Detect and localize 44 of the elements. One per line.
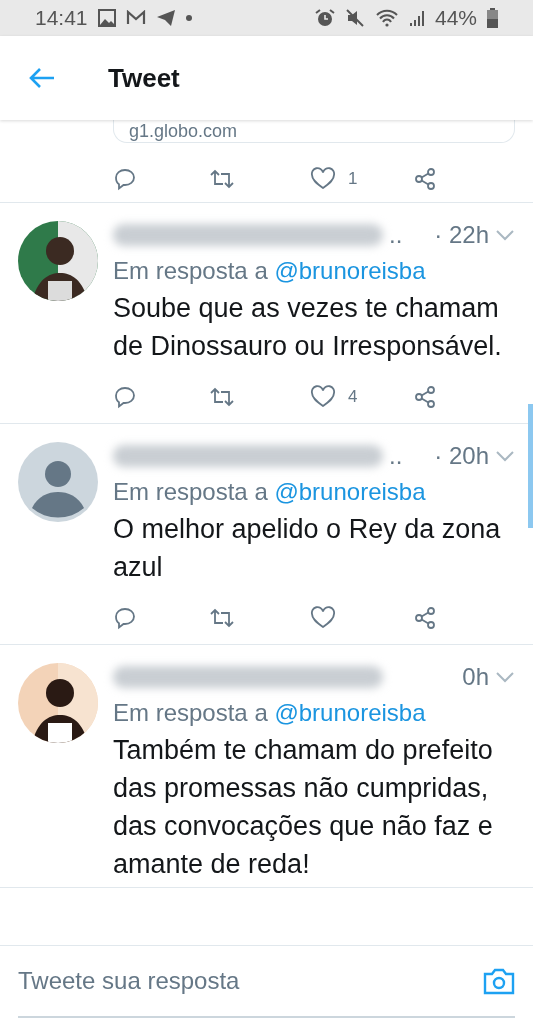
scrollbar[interactable] [528,404,533,528]
link-domain: g1.globo.com [129,122,238,140]
like-count: 4 [348,387,358,407]
share-icon[interactable] [412,606,437,630]
reply-icon[interactable] [113,606,137,630]
back-button[interactable] [28,66,56,90]
tweet-text: O melhor apelido o Rey da zona azul [113,513,502,584]
default-avatar-icon[interactable] [18,442,98,522]
heart-icon[interactable] [310,385,337,409]
paper-plane-icon [155,9,176,27]
wifi-icon [374,8,399,28]
gallery-icon [97,9,116,27]
battery-icon [487,8,498,28]
alarm-icon [314,8,335,28]
page-title: Tweet [108,62,180,94]
reply-icon[interactable] [113,385,137,409]
tweet-time: · 22h [434,221,489,249]
heart-icon[interactable] [310,606,337,630]
reply-context: Em resposta a @brunoreisba [113,256,427,286]
like-count: 1 [348,169,358,189]
battery-percent: 44% [434,6,477,30]
mail-icon [125,10,146,26]
tweet-text: Também te chamam do prefeito das promessas não cumpridas, das convocações que não faz e amante de reda! [113,734,494,881]
tweet-text: Soube que as vezes te chamam de Dinossauro ou Irresponsável. [113,292,503,363]
mention-link[interactable]: @brunoreisba [274,699,426,726]
signal-icon [408,9,425,27]
mention-link[interactable]: @brunoreisba [274,257,426,284]
reply-icon[interactable] [113,167,137,191]
share-icon[interactable] [412,385,437,409]
name-ellipsis: .. [389,221,403,249]
clock-time: 14:41 [35,6,88,30]
name-ellipsis: .. [389,442,403,470]
reply-context: Em resposta a @brunoreisba [113,698,427,728]
tweet-time: · 20h [434,442,489,470]
tweet-time: 0h [462,663,489,691]
share-icon[interactable] [412,167,437,191]
reply-input-field[interactable]: Tweete sua resposta [18,967,483,995]
heart-icon[interactable] [310,167,337,191]
mention-link[interactable]: @brunoreisba [274,478,426,505]
link-preview-card[interactable]: g1.globo.com [113,120,515,143]
camera-icon[interactable] [483,967,515,995]
reply-context: Em resposta a @brunoreisba [113,477,427,507]
mute-icon [344,8,365,28]
dot-icon [185,15,192,21]
